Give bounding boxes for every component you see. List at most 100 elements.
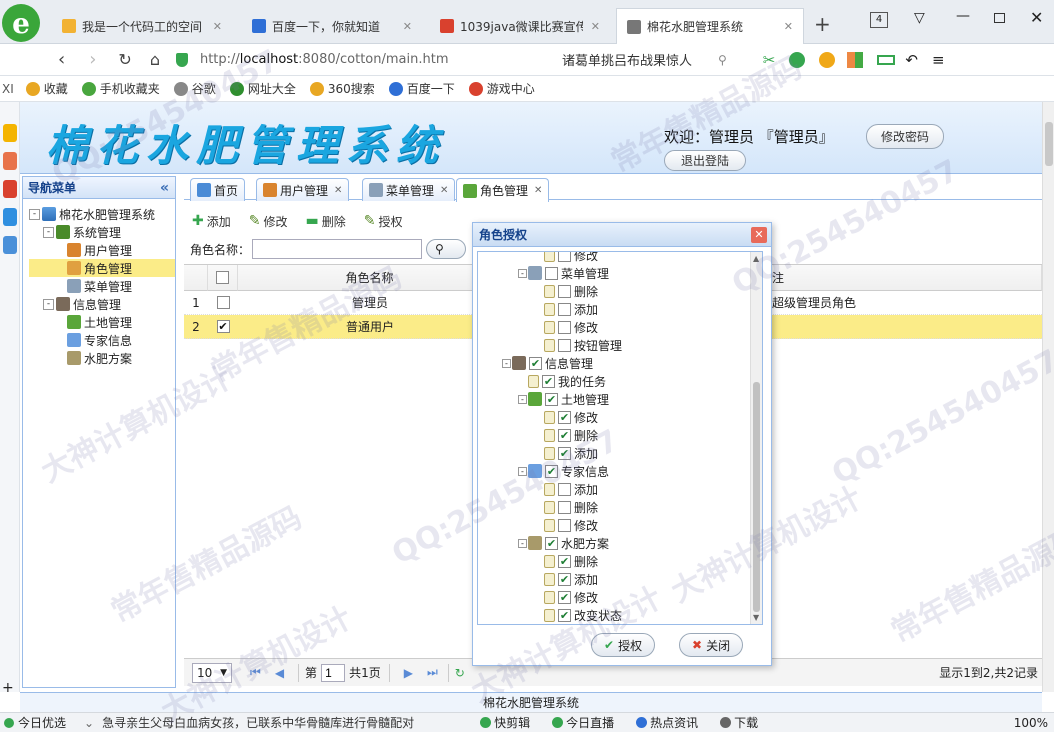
close-window-button[interactable]: ✕	[1030, 8, 1043, 27]
status-left[interactable]: 今日优选	[18, 714, 66, 731]
maximize-button[interactable]	[994, 13, 1005, 23]
tree-scrollbar[interactable]: ▲ ▼	[750, 252, 762, 624]
permission-checkbox[interactable]: ✔	[558, 554, 571, 568]
grant-button[interactable]: ✔ 授权	[591, 633, 656, 657]
status-news[interactable]: 急寻亲生父母白血病女孩，已联系中华骨髓库进行骨髓配对	[102, 714, 414, 731]
page-size-select[interactable]: 10 ▼	[192, 662, 232, 683]
news-headline[interactable]: 诸葛单挑吕布战果惊人	[562, 50, 692, 69]
toolbar-button[interactable]: ✎ 授权	[364, 213, 403, 230]
select-all-header[interactable]	[208, 265, 238, 291]
url-field[interactable]: http:// localhost :8080/cotton/main.htm	[175, 48, 546, 72]
tab-close-icon[interactable]: ✕	[440, 185, 448, 196]
bookmark-item[interactable]: 百度一下	[388, 80, 455, 97]
bookmark-item[interactable]: 网址大全	[229, 80, 296, 97]
logout-button[interactable]: 退出登陆	[664, 150, 747, 171]
scissors-icon[interactable]: ✂	[763, 51, 776, 69]
nav-item[interactable]: 角色管理	[29, 259, 175, 277]
dialog-close-icon[interactable]: ✕	[751, 226, 767, 243]
tab-close-icon[interactable]: ✕	[334, 185, 342, 196]
permission-node[interactable]: - ✔ 土地管理	[518, 390, 609, 408]
permission-node[interactable]: 删除	[534, 498, 598, 516]
bookmark-item[interactable]: 谷歌	[173, 80, 216, 97]
search-button[interactable]: ⚲	[426, 239, 467, 259]
battery-icon[interactable]	[877, 54, 896, 65]
permission-checkbox[interactable]	[545, 266, 558, 280]
permission-node[interactable]: - ✔ 信息管理	[502, 354, 593, 372]
page-number-input[interactable]	[321, 663, 346, 682]
browser-logo-icon[interactable]: e	[2, 4, 40, 42]
tab-close-icon[interactable]: ✕	[784, 20, 793, 33]
weibo-icon[interactable]	[3, 180, 17, 198]
nav-item[interactable]: 土地管理	[29, 313, 175, 331]
nav-item[interactable]: 专家信息	[29, 331, 175, 349]
collapse-toggle-icon[interactable]: -	[29, 208, 40, 220]
permission-node[interactable]: ✔ 修改	[534, 588, 598, 606]
permission-node[interactable]: 添加	[534, 300, 598, 318]
permission-node[interactable]: - 菜单管理	[518, 264, 609, 282]
permission-node[interactable]: 修改	[534, 252, 598, 264]
column-header-role-name[interactable]: 角色名称	[238, 265, 502, 291]
permission-node[interactable]: 添加	[534, 480, 598, 498]
toolbar-button[interactable]: ✎ 修改	[249, 213, 288, 230]
minimize-button[interactable]: —	[956, 8, 970, 24]
permission-node[interactable]: 修改	[534, 516, 598, 534]
scrollbar-thumb[interactable]	[753, 382, 760, 612]
toolbar-button[interactable]: ✚ 添加	[192, 213, 231, 230]
add-icon[interactable]: +	[2, 680, 14, 696]
permission-node[interactable]: ✔ 改变状态	[534, 606, 622, 624]
permission-checkbox[interactable]: ✔	[545, 536, 558, 550]
permission-node[interactable]: ✔ 删除	[534, 426, 598, 444]
nav-item[interactable]: - 系统管理	[29, 223, 175, 241]
new-tab-button[interactable]: +	[814, 12, 831, 36]
permission-checkbox[interactable]: ✔	[545, 392, 558, 406]
forward-arrow-icon[interactable]: ›	[89, 49, 96, 70]
permission-checkbox[interactable]	[558, 500, 571, 514]
select-all-checkbox[interactable]	[216, 271, 229, 284]
role-name-input[interactable]	[252, 239, 423, 259]
refresh-icon[interactable]: ↻	[118, 50, 131, 69]
zoom-level[interactable]: 100%	[1014, 716, 1048, 730]
tab-close-icon[interactable]: ✕	[591, 20, 600, 33]
note-icon[interactable]	[3, 152, 17, 170]
bookmark-item[interactable]: 手机收藏夹	[81, 80, 160, 97]
bookmark-item[interactable]: 游戏中心	[468, 80, 535, 97]
permission-checkbox[interactable]	[558, 320, 571, 334]
collapse-icon[interactable]: «	[160, 180, 169, 196]
permission-checkbox[interactable]: ✔	[529, 356, 542, 370]
star-icon[interactable]	[3, 124, 17, 142]
bookmark-item[interactable]: 360搜索	[309, 80, 375, 97]
nav-item[interactable]: 水肥方案	[29, 349, 175, 367]
menu-icon[interactable]: ≡	[932, 51, 945, 69]
permission-node[interactable]: ✔ 修改	[534, 408, 598, 426]
home-icon[interactable]: ⌂	[150, 50, 160, 69]
permission-checkbox[interactable]	[558, 302, 571, 316]
collapse-toggle-icon[interactable]: -	[518, 466, 527, 476]
back-arrow-icon[interactable]: ‹	[58, 49, 65, 70]
change-password-button[interactable]: 修改密码	[866, 124, 945, 149]
search-icon[interactable]: ⚲	[718, 53, 727, 67]
prev-page-icon[interactable]: ◀	[275, 666, 284, 680]
last-page-icon[interactable]: ⏭	[427, 665, 438, 680]
tab-close-icon[interactable]: ✕	[534, 185, 542, 196]
permission-checkbox[interactable]: ✔	[558, 608, 571, 622]
main-tab[interactable]: 角色管理 ✕	[456, 178, 550, 202]
permission-checkbox[interactable]: ✔	[542, 374, 555, 388]
first-page-icon[interactable]: ⏮	[250, 665, 261, 680]
permission-node[interactable]: - ✔ 水肥方案	[518, 534, 609, 552]
permission-checkbox[interactable]	[558, 252, 571, 262]
permission-node[interactable]: ✔ 我的任务	[518, 372, 606, 390]
status-item[interactable]: 下载	[720, 714, 758, 731]
permission-node[interactable]: ✔ 添加	[534, 570, 598, 588]
collapse-toggle-icon[interactable]: -	[518, 268, 527, 278]
collapse-toggle-icon[interactable]: -	[43, 226, 54, 238]
permission-node[interactable]: - ✔ 专家信息	[518, 462, 609, 480]
apps-icon[interactable]	[847, 51, 864, 68]
nav-item[interactable]: 用户管理	[29, 241, 175, 259]
shirt-icon[interactable]: ▽	[914, 10, 925, 26]
nav-item[interactable]: - 信息管理	[29, 295, 175, 313]
permission-checkbox[interactable]: ✔	[545, 464, 558, 478]
toolbar-button[interactable]: ▬ 删除	[306, 213, 346, 230]
permission-node[interactable]: 修改	[534, 318, 598, 336]
permission-checkbox[interactable]: ✔	[558, 410, 571, 424]
permission-checkbox[interactable]: ✔	[558, 590, 571, 604]
